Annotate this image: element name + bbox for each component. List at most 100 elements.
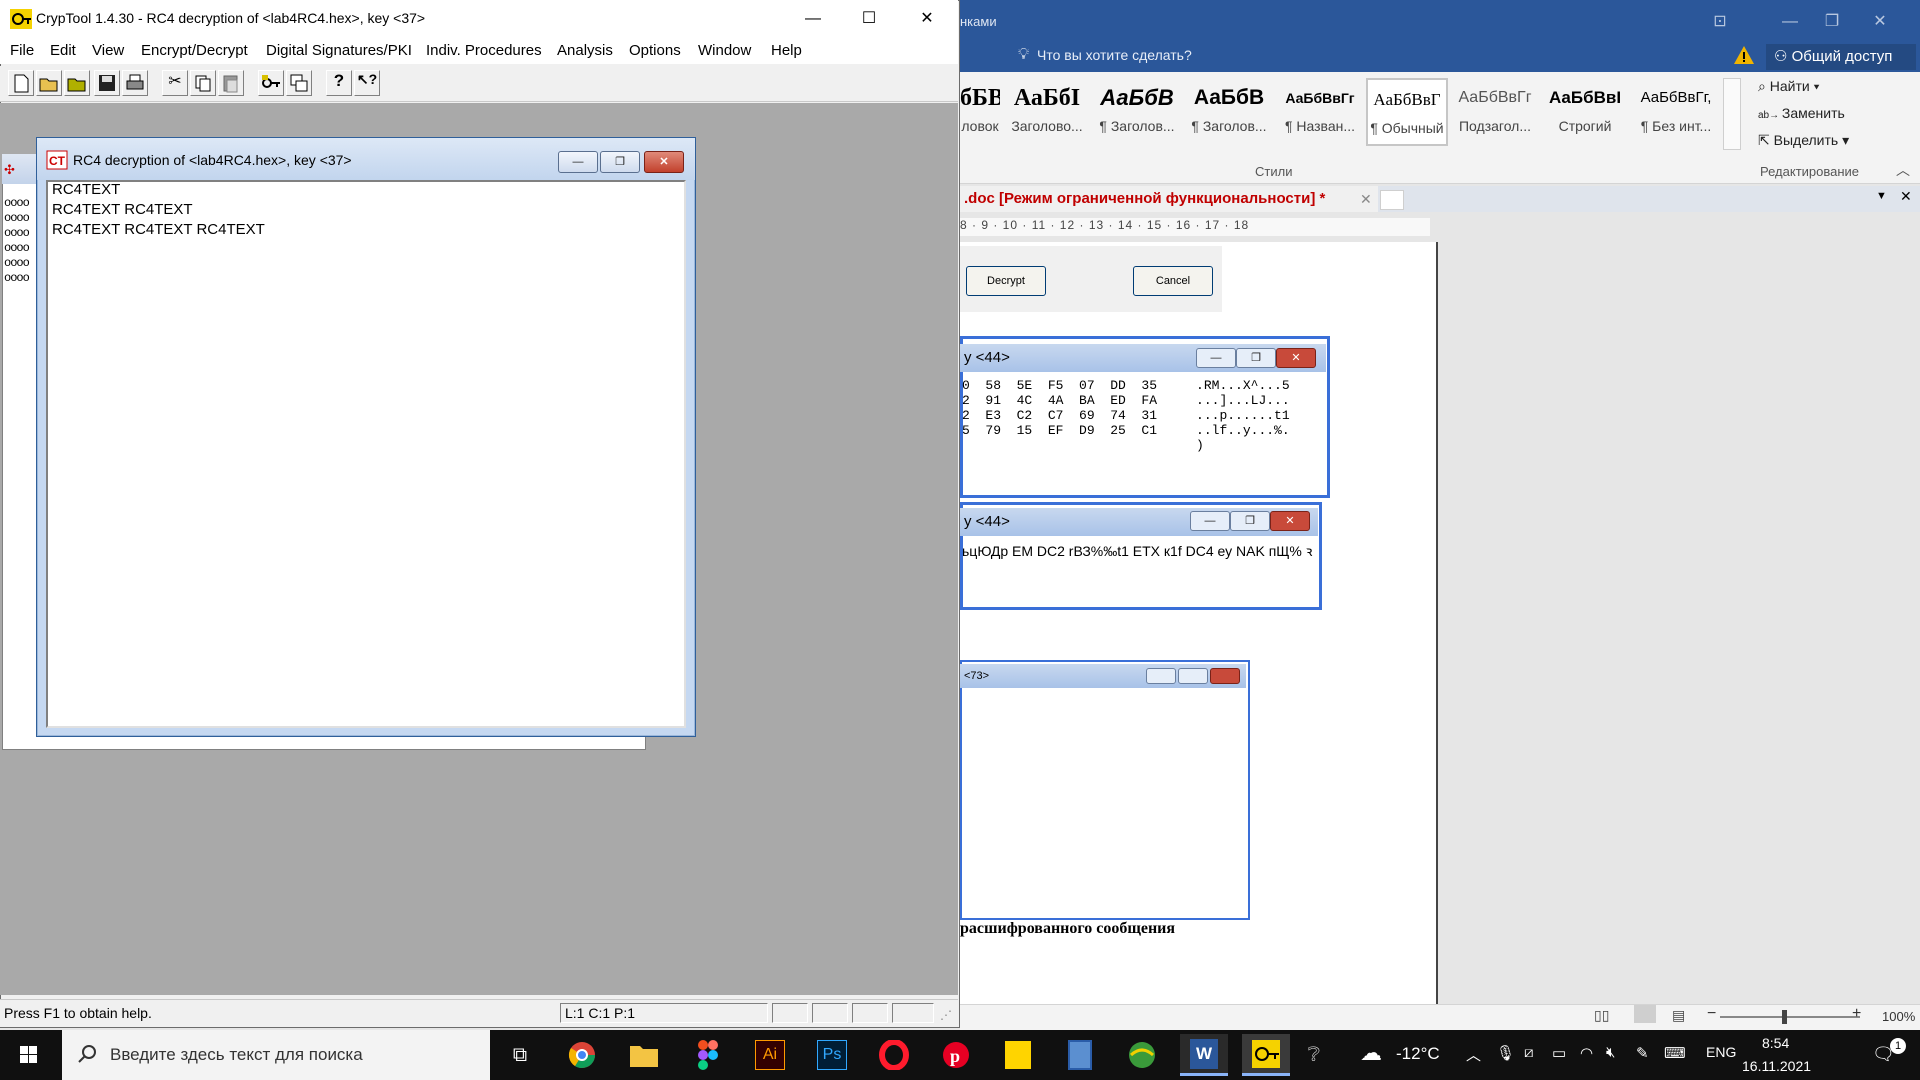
word-title-fragment: нками	[960, 14, 997, 29]
status-help-text: Press F1 to obtain help.	[4, 1005, 152, 1021]
rc4-close-button[interactable]: ✕	[644, 151, 684, 173]
clock-date[interactable]: 16.11.2021	[1742, 1058, 1811, 1074]
language-indicator[interactable]: ENG	[1706, 1044, 1736, 1060]
tell-me-input[interactable]: Что вы хотите сделать?	[1037, 47, 1192, 63]
zoom-out-button[interactable]: −	[1707, 1005, 1716, 1023]
word-minimize-button[interactable]: —	[1770, 8, 1810, 36]
styles-group-label: Стили	[1255, 164, 1293, 179]
word-close-button[interactable]: ✕	[1860, 8, 1900, 36]
key-icon[interactable]	[258, 70, 284, 96]
cryptool-taskbar-icon[interactable]	[1242, 1034, 1290, 1076]
replace-button[interactable]: ab→ Заменить	[1758, 105, 1845, 121]
clock-time[interactable]: 8:54	[1762, 1035, 1789, 1051]
sticky-notes-icon[interactable]	[994, 1034, 1042, 1076]
weather-temperature[interactable]: -12°C	[1396, 1044, 1440, 1064]
zoom-in-button[interactable]: +	[1852, 1005, 1861, 1023]
share-button[interactable]: ⚇ Общий доступ	[1766, 44, 1916, 70]
menu-view[interactable]: View	[92, 42, 124, 59]
menu-encrypt-decrypt[interactable]: Encrypt/Decrypt	[141, 42, 248, 59]
calculator-icon[interactable]	[1056, 1034, 1104, 1076]
warning-icon[interactable]	[1733, 45, 1755, 65]
print-icon[interactable]	[122, 70, 148, 96]
editing-group-label: Редактирование	[1760, 164, 1860, 179]
word-restore-button[interactable]: ❐	[1812, 8, 1852, 36]
wifi-icon[interactable]: ◠	[1580, 1044, 1593, 1062]
rc4-minimize-button[interactable]: —	[558, 151, 598, 173]
zoom-slider-thumb[interactable]	[1782, 1010, 1787, 1024]
rc4-text-area[interactable]	[46, 180, 686, 728]
illustrator-icon[interactable]: Ai	[746, 1034, 794, 1076]
word-taskbar-icon[interactable]: W	[1180, 1034, 1228, 1076]
save-icon[interactable]	[94, 70, 120, 96]
battery-icon[interactable]: ▭	[1552, 1044, 1566, 1062]
file-explorer-icon[interactable]	[620, 1034, 668, 1076]
menu-indiv-procedures[interactable]: Indiv. Procedures	[426, 42, 542, 59]
rc4-restore-button[interactable]: ❐	[600, 151, 640, 173]
print-layout-icon[interactable]	[1634, 1005, 1656, 1023]
style-tile-selected[interactable]: АаБбВвГ ¶ Обычный	[1366, 78, 1448, 146]
new-file-icon[interactable]	[8, 70, 34, 96]
keyboard-icon[interactable]: ⌨	[1664, 1044, 1686, 1062]
embedded-text-content: ьцЮДр EM DC2 rВЗ%‰t1 ETX к1f DC4 еу NAK …	[962, 543, 1313, 559]
close-window-icon[interactable]: ✕	[1900, 188, 1912, 205]
resize-grip-icon[interactable]: ⋰	[940, 1008, 952, 1022]
collapse-ribbon-icon[interactable]: ︿	[1896, 160, 1910, 180]
cut-icon[interactable]: ✂	[162, 70, 188, 96]
new-tab-button[interactable]	[1380, 190, 1404, 210]
pen-icon[interactable]: ✎	[1636, 1044, 1649, 1062]
photoshop-icon[interactable]: Ps	[808, 1034, 856, 1076]
volume-muted-icon[interactable]: 🔇︎	[1606, 1044, 1615, 1061]
zoom-slider[interactable]	[1720, 1016, 1860, 1018]
windows-start-icon[interactable]	[0, 1030, 56, 1080]
tab-list-icon[interactable]: ▼	[1876, 190, 1887, 202]
menu-options[interactable]: Options	[629, 42, 681, 59]
context-help-icon[interactable]: ↖?	[354, 70, 380, 96]
cryptool-maximize-button[interactable]: ☐	[846, 6, 892, 32]
menu-help[interactable]: Help	[771, 42, 802, 59]
opera-icon[interactable]	[870, 1034, 918, 1076]
style-tile[interactable]: АаБбВвГг Подзагол...	[1452, 78, 1538, 146]
style-tile[interactable]: АаБбВ ¶ Заголов...	[1185, 78, 1273, 146]
chrome-icon[interactable]	[558, 1034, 606, 1076]
menu-digital-signatures[interactable]: Digital Signatures/PKI	[266, 42, 412, 59]
style-tile[interactable]: АаБбВвГг, ¶ Без инт...	[1632, 78, 1720, 146]
task-view-icon[interactable]: ⧉	[496, 1034, 544, 1076]
style-tile[interactable]: АаБбВ ¶ Заголов...	[1093, 78, 1181, 146]
cryptool-close-button[interactable]: ✕	[904, 6, 950, 32]
notification-badge: 1	[1890, 1038, 1906, 1054]
restore-icon: ❐	[1230, 511, 1270, 531]
maps-icon[interactable]	[1118, 1034, 1166, 1076]
zoom-level[interactable]: 100%	[1882, 1009, 1915, 1024]
help-icon[interactable]: ?	[326, 70, 352, 96]
document-tab[interactable]: .doc [Режим ограниченной функциональност…	[960, 186, 1378, 212]
style-tile[interactable]: бБВ ловок	[960, 78, 1000, 146]
read-mode-icon[interactable]: ▯▯	[1594, 1007, 1609, 1024]
pinterest-icon[interactable]: p	[932, 1034, 980, 1076]
menu-edit[interactable]: Edit	[50, 42, 76, 59]
select-button[interactable]: ⇱ Выделить ▾	[1758, 132, 1849, 149]
style-tile[interactable]: АаБбВвГг ¶ Назван...	[1278, 78, 1362, 146]
find-button[interactable]: ⌕ Найти ▾	[1758, 78, 1819, 95]
open-folder-icon[interactable]	[64, 70, 90, 96]
screen-capture-icon[interactable]: ⧄	[1524, 1044, 1534, 1061]
bg-child-row: oooo	[4, 211, 30, 225]
help-tray-icon[interactable]: ❔︎	[1308, 1044, 1320, 1067]
microphone-icon[interactable]: 🎙︎	[1496, 1044, 1515, 1062]
copy-icon[interactable]	[190, 70, 216, 96]
chevron-up-icon[interactable]: ︿	[1466, 1044, 1481, 1065]
style-tile[interactable]: АаБбВвІ Строгий	[1542, 78, 1628, 146]
menu-file[interactable]: File	[10, 42, 34, 59]
windows-icon[interactable]	[286, 70, 312, 96]
menu-window[interactable]: Window	[698, 42, 751, 59]
weather-cloud-icon[interactable]: ☁	[1360, 1040, 1382, 1066]
styles-gallery-scrollbar[interactable]	[1723, 78, 1741, 150]
menu-analysis[interactable]: Analysis	[557, 42, 613, 59]
close-tab-icon[interactable]: ✕	[1360, 186, 1372, 212]
paste-icon[interactable]	[218, 70, 244, 96]
cryptool-minimize-button[interactable]: —	[790, 6, 836, 32]
ribbon-display-options-icon[interactable]: ⊡	[1700, 8, 1740, 36]
open-file-icon[interactable]	[36, 70, 62, 96]
web-layout-icon[interactable]: ▤	[1672, 1007, 1685, 1024]
figma-icon[interactable]	[684, 1034, 732, 1076]
style-tile[interactable]: АаБбІ Заголово...	[1005, 78, 1089, 146]
